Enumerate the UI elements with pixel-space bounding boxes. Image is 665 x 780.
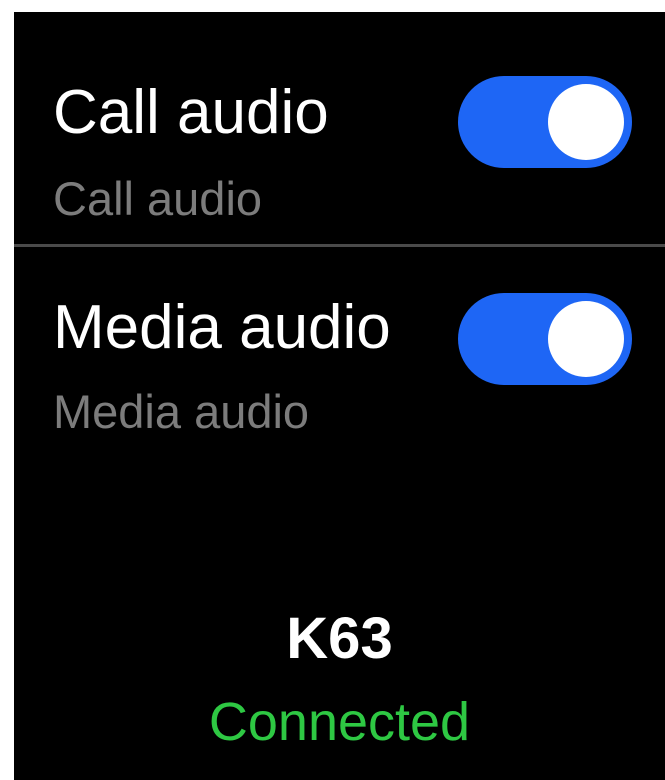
connection-status: Connected [208, 692, 471, 752]
call-audio-row[interactable]: Call audio Call audio [14, 12, 665, 246]
media-audio-toggle[interactable] [458, 293, 632, 385]
call-audio-subtitle: Call audio [53, 172, 263, 225]
call-audio-toggle-knob [548, 84, 624, 160]
media-audio-title: Media audio [53, 293, 391, 362]
row-divider [14, 244, 665, 247]
device-name: K63 [286, 606, 393, 671]
media-audio-toggle-knob [548, 301, 624, 377]
call-audio-title: Call audio [53, 78, 329, 147]
watch-screen: Call audio Call audio Media audio Media … [14, 12, 665, 780]
media-audio-row[interactable]: Media audio Media audio [14, 248, 665, 448]
call-audio-toggle[interactable] [458, 76, 632, 168]
media-audio-subtitle: Media audio [53, 385, 310, 438]
